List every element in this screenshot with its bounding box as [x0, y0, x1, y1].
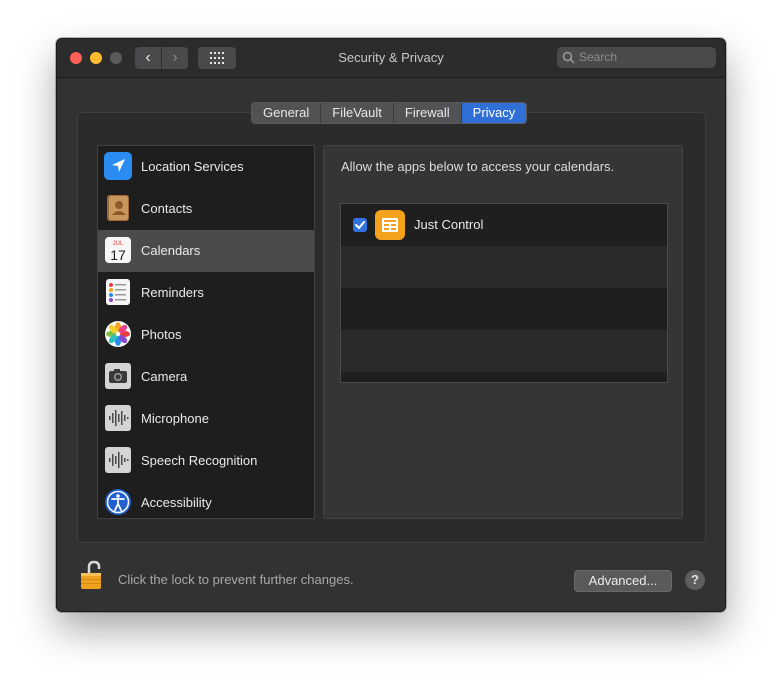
advanced-button[interactable]: Advanced...	[574, 570, 672, 592]
reminders-list-icon	[106, 279, 130, 305]
sidebar-item-label: Reminders	[141, 285, 204, 300]
sidebar-item-reminders[interactable]: Reminders	[98, 272, 314, 314]
sidebar-item-label: Microphone	[141, 411, 209, 426]
camera-icon	[105, 363, 131, 389]
lock-icon[interactable]	[79, 559, 105, 591]
calendar-icon-day: 17	[110, 247, 126, 263]
checkmark-icon	[355, 221, 365, 229]
access-description: Allow the apps below to access your cale…	[341, 159, 615, 174]
photos-flower-icon	[105, 321, 131, 347]
sidebar-item-label: Location Services	[141, 159, 244, 174]
app-access-checkbox[interactable]	[353, 218, 367, 232]
tab-firewall[interactable]: Firewall	[393, 103, 462, 123]
app-access-list[interactable]: Just Control	[340, 203, 668, 383]
just-control-app-icon	[375, 210, 405, 240]
list-item-empty	[341, 288, 667, 330]
sidebar-item-camera[interactable]: Camera	[98, 356, 314, 398]
contacts-book-icon	[107, 195, 129, 221]
accessibility-icon	[105, 489, 131, 515]
sidebar-item-label: Photos	[141, 327, 182, 342]
list-item-empty	[341, 330, 667, 372]
tab-bar: General FileVault Firewall Privacy	[251, 102, 528, 124]
lock-message: Click the lock to prevent further change…	[118, 572, 354, 587]
sidebar-item-label: Speech Recognition	[141, 453, 258, 468]
tab-filevault[interactable]: FileVault	[321, 103, 394, 123]
calendar-icon: JUL 17	[105, 237, 131, 263]
search-field[interactable]: Search	[557, 47, 716, 68]
search-placeholder: Search	[579, 50, 618, 64]
preferences-window: ‹ › Security & Privacy Search General Fi…	[56, 38, 726, 612]
app-name: Just Control	[414, 217, 484, 232]
title-bar: ‹ › Security & Privacy Search	[57, 39, 725, 78]
sidebar-item-calendars[interactable]: JUL 17 Calendars	[98, 230, 314, 272]
calendar-access-panel: Allow the apps below to access your cale…	[323, 145, 683, 519]
list-item-empty	[341, 372, 667, 382]
sidebar-item-microphone[interactable]: Microphone	[98, 398, 314, 440]
privacy-category-list: Location Services Contacts JUL 17 Calend…	[97, 145, 315, 519]
search-icon	[562, 51, 575, 64]
list-item[interactable]: Just Control	[341, 204, 667, 246]
sidebar-item-label: Accessibility	[141, 495, 212, 510]
sidebar-item-location-services[interactable]: Location Services	[98, 146, 314, 188]
help-button[interactable]: ?	[685, 570, 705, 590]
location-arrow-icon	[104, 152, 132, 180]
sidebar-item-speech-recognition[interactable]: Speech Recognition	[98, 440, 314, 482]
waveform-icon	[105, 405, 131, 431]
sidebar-item-contacts[interactable]: Contacts	[98, 188, 314, 230]
waveform-icon	[105, 447, 131, 473]
tab-privacy[interactable]: Privacy	[461, 103, 527, 123]
sidebar-item-label: Camera	[141, 369, 188, 384]
sidebar-item-label: Contacts	[141, 201, 193, 216]
sidebar-item-accessibility[interactable]: Accessibility	[98, 482, 314, 524]
list-item-empty	[341, 246, 667, 288]
sidebar-item-photos[interactable]: Photos	[98, 314, 314, 356]
tab-general[interactable]: General	[252, 103, 322, 123]
sidebar-item-label: Calendars	[141, 243, 201, 258]
